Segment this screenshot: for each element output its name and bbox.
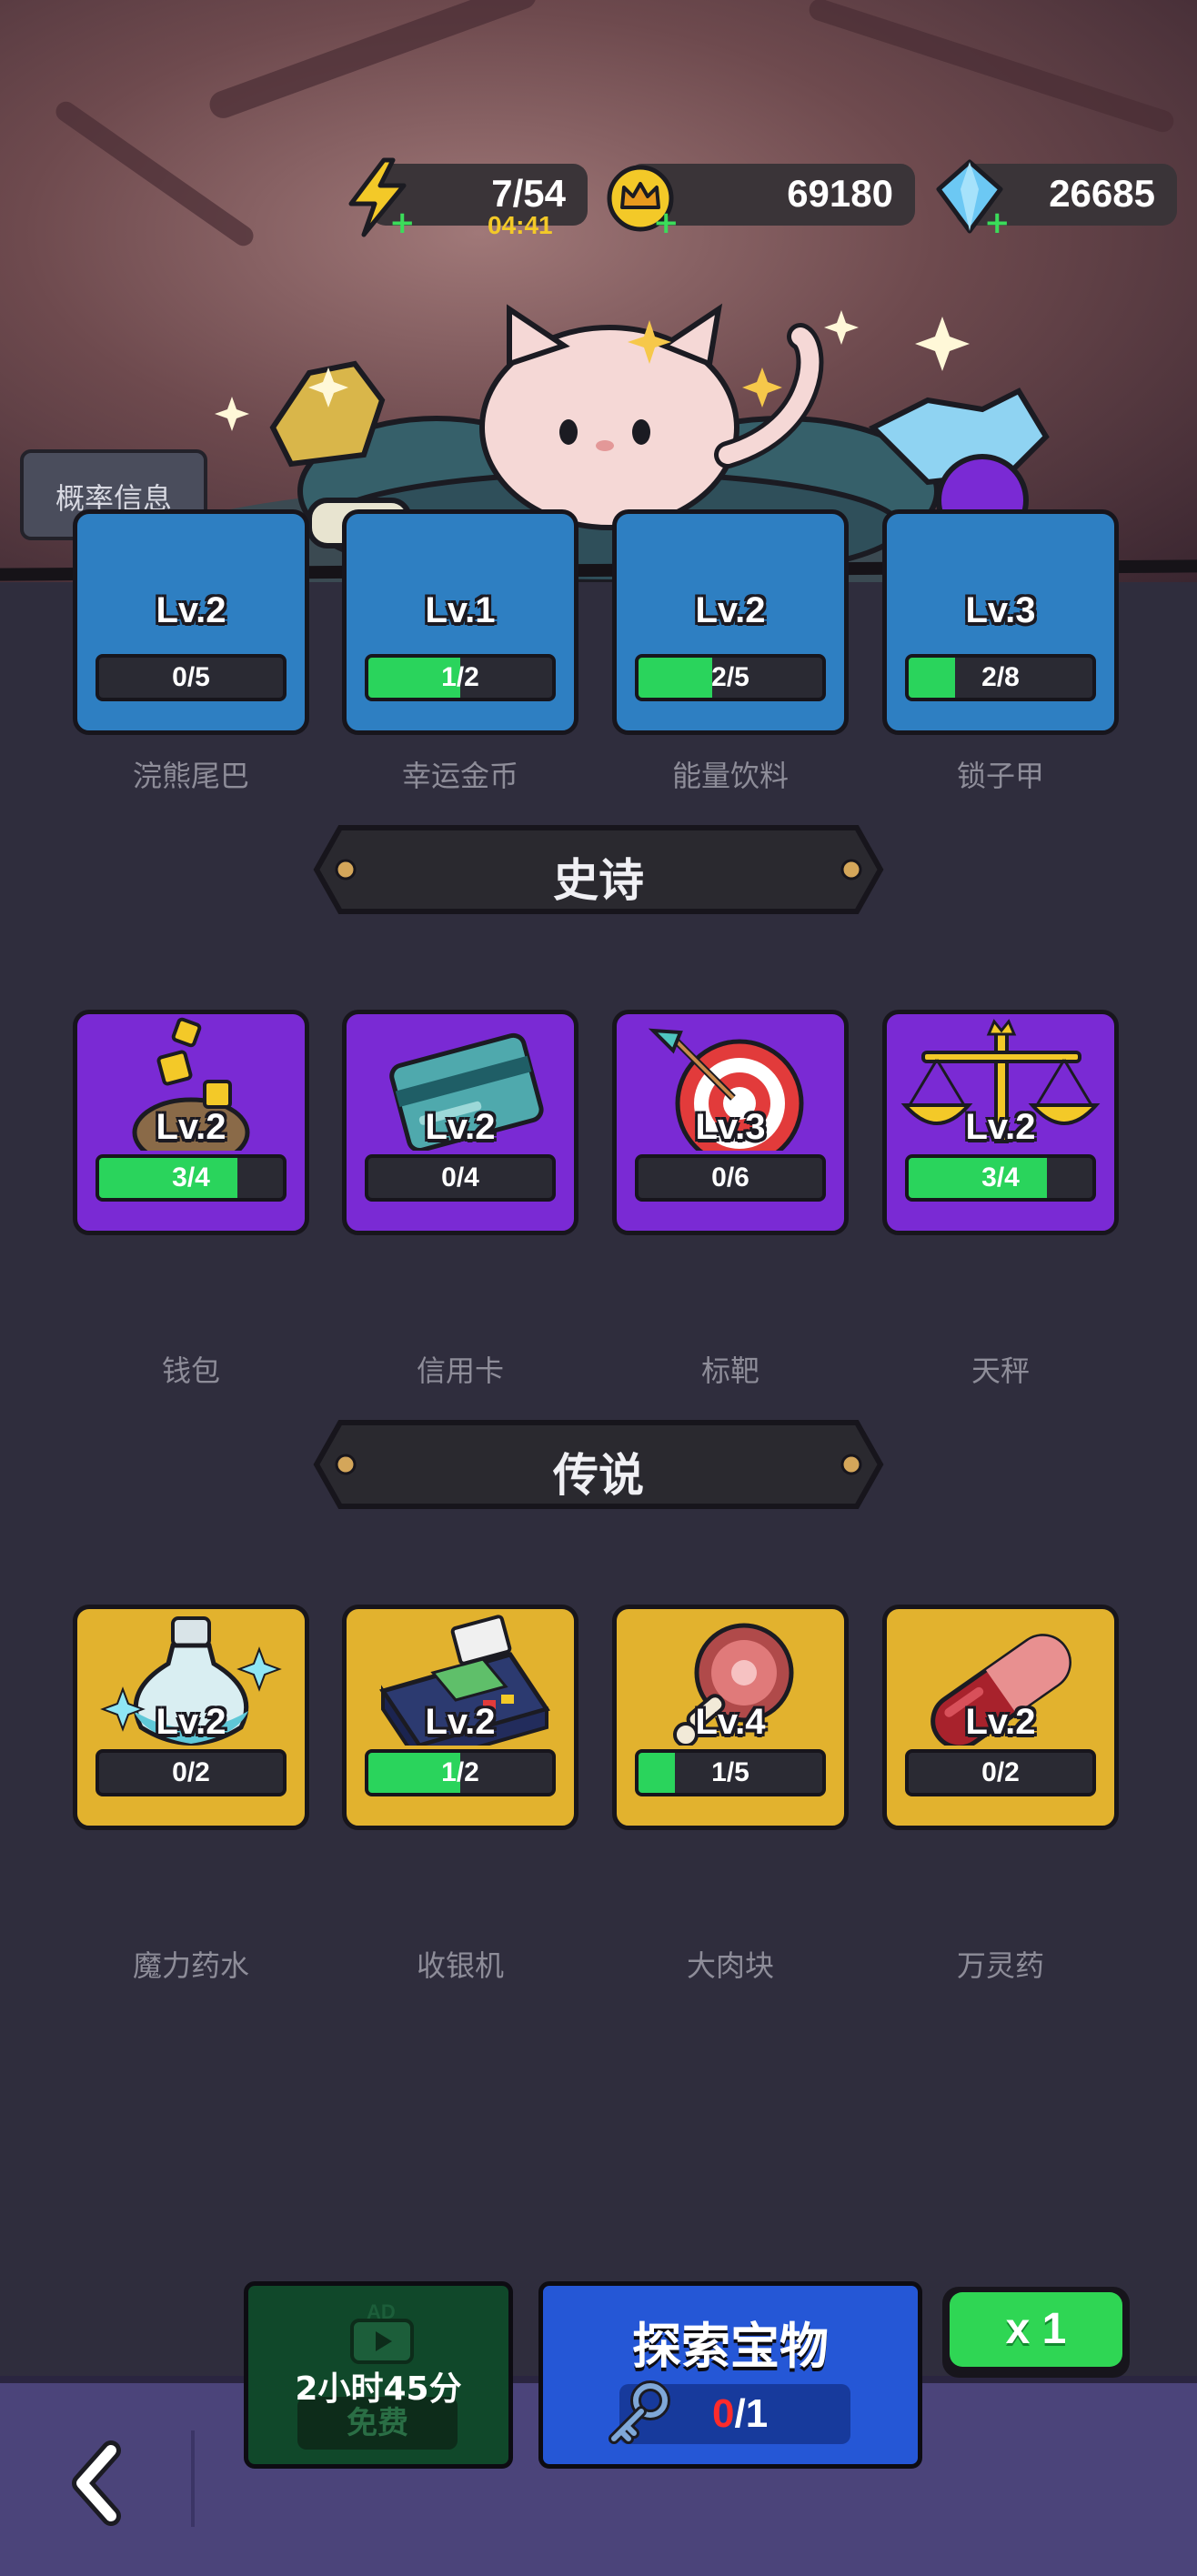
- key-count: 0/1: [712, 2391, 768, 2437]
- item-progress-bar: 0/5: [96, 654, 287, 701]
- add-coins-icon[interactable]: +: [653, 207, 679, 238]
- item-progress-text: 0/5: [172, 662, 210, 692]
- item-name: 幸运金币: [401, 759, 518, 793]
- key-counter: 0/1: [609, 2380, 850, 2444]
- item-level: Lv.3: [965, 590, 1036, 630]
- item-level: Lv.2: [156, 1702, 226, 1742]
- item-progress-bar: 3/4: [905, 1154, 1096, 1202]
- item-level: Lv.1: [425, 590, 496, 630]
- section-title: 传说: [553, 1449, 644, 1502]
- section-title: 史诗: [553, 854, 644, 907]
- add-gems-icon[interactable]: +: [984, 207, 1011, 238]
- key-current: 0: [712, 2391, 735, 2436]
- ad-video-icon: AD: [350, 2304, 414, 2364]
- item-progress-text: 1/5: [711, 1757, 749, 1787]
- item-progress-bar: 0/4: [365, 1154, 556, 1202]
- item-name: 信用卡: [416, 1353, 504, 1388]
- item-progress-bar: 1/2: [365, 1749, 556, 1796]
- item-name: 锁子甲: [956, 759, 1044, 793]
- item-progress-text: 3/4: [172, 1162, 210, 1192]
- item-progress-text: 0/4: [441, 1162, 479, 1192]
- item-level: Lv.2: [156, 1107, 226, 1147]
- item-level: Lv.3: [695, 1107, 766, 1147]
- item-name: 钱包: [161, 1353, 220, 1388]
- item-name: 浣熊尾巴: [132, 759, 249, 793]
- coin-value: 69180: [787, 172, 893, 215]
- energy-timer: 04:41: [488, 211, 553, 239]
- item-level: Lv.2: [965, 1702, 1036, 1742]
- item-progress-text: 1/2: [441, 662, 479, 692]
- watch-ad-button[interactable]: AD 免费 2小时45分: [244, 2281, 513, 2469]
- item-name: 天秤: [971, 1353, 1030, 1388]
- item-level: Lv.2: [156, 590, 226, 630]
- item-name: 大肉块: [686, 1948, 774, 1983]
- ad-cooldown-timer: 2小时45分: [295, 2370, 462, 2408]
- gem-value: 26685: [1049, 172, 1155, 215]
- treasure-banner: 7/54 + 04:41 69180 + 26685 + 概率信息: [0, 0, 1197, 582]
- item-progress-bar: 2/5: [635, 654, 826, 701]
- item-progress-bar: 0/2: [96, 1749, 287, 1796]
- item-card[interactable]: Lv.1 1/2: [342, 509, 578, 735]
- item-card[interactable]: Lv.2 0/2: [73, 1605, 309, 1830]
- item-progress-bar: 1/5: [635, 1749, 826, 1796]
- key-icon: [609, 2380, 670, 2444]
- explore-title: 探索宝物: [632, 2318, 829, 2375]
- key-total: /1: [734, 2391, 769, 2436]
- item-card[interactable]: Lv.2 0/4: [342, 1010, 578, 1235]
- section-header-legendary: 传说: [313, 1419, 884, 1510]
- add-energy-icon[interactable]: +: [389, 207, 416, 238]
- item-level: Lv.4: [695, 1702, 766, 1742]
- section-header-epic: 史诗: [313, 824, 884, 915]
- item-progress-bar: 3/4: [96, 1154, 287, 1202]
- back-arrow-icon[interactable]: [64, 2438, 136, 2529]
- item-progress-text: 2/8: [981, 662, 1020, 692]
- item-progress-text: 0/6: [711, 1162, 749, 1192]
- multiplier-button[interactable]: x 1: [942, 2287, 1130, 2378]
- item-progress-text: 1/2: [441, 1757, 479, 1787]
- item-name: 收银机: [416, 1948, 504, 1983]
- energy-value: 7/54: [491, 172, 566, 215]
- item-card[interactable]: Lv.3 2/8: [882, 509, 1119, 735]
- item-name: 能量饮料: [671, 759, 789, 793]
- item-card[interactable]: Lv.2 0/5: [73, 509, 309, 735]
- bottom-divider: [191, 2430, 195, 2527]
- item-level: Lv.2: [425, 1702, 496, 1742]
- item-progress-text: 3/4: [981, 1162, 1020, 1192]
- item-name: 魔力药水: [132, 1948, 249, 1983]
- item-card[interactable]: Lv.2 1/2: [342, 1605, 578, 1830]
- item-progress-bar: 2/8: [905, 654, 1096, 701]
- item-card[interactable]: Lv.4 1/5: [612, 1605, 849, 1830]
- item-progress-text: 2/5: [711, 662, 749, 692]
- item-name: 万灵药: [956, 1948, 1044, 1983]
- item-level: Lv.2: [965, 1107, 1036, 1147]
- item-progress-text: 0/2: [172, 1757, 210, 1787]
- item-name: 标靶: [700, 1353, 759, 1388]
- item-card[interactable]: Lv.3 0/6: [612, 1010, 849, 1235]
- multiplier-label: x 1: [950, 2292, 1122, 2367]
- ad-badge: AD: [367, 2304, 396, 2323]
- item-card[interactable]: Lv.2 3/4: [882, 1010, 1119, 1235]
- item-level: Lv.2: [695, 590, 766, 630]
- explore-treasure-button[interactable]: 探索宝物 0/1: [538, 2281, 922, 2469]
- item-card[interactable]: Lv.2 3/4: [73, 1010, 309, 1235]
- item-progress-bar: 0/6: [635, 1154, 826, 1202]
- item-card[interactable]: Lv.2 2/5: [612, 509, 849, 735]
- item-level: Lv.2: [425, 1107, 496, 1147]
- item-progress-text: 0/2: [981, 1757, 1020, 1787]
- item-card[interactable]: Lv.2 0/2: [882, 1605, 1119, 1830]
- item-progress-bar: 0/2: [905, 1749, 1096, 1796]
- item-progress-bar: 1/2: [365, 654, 556, 701]
